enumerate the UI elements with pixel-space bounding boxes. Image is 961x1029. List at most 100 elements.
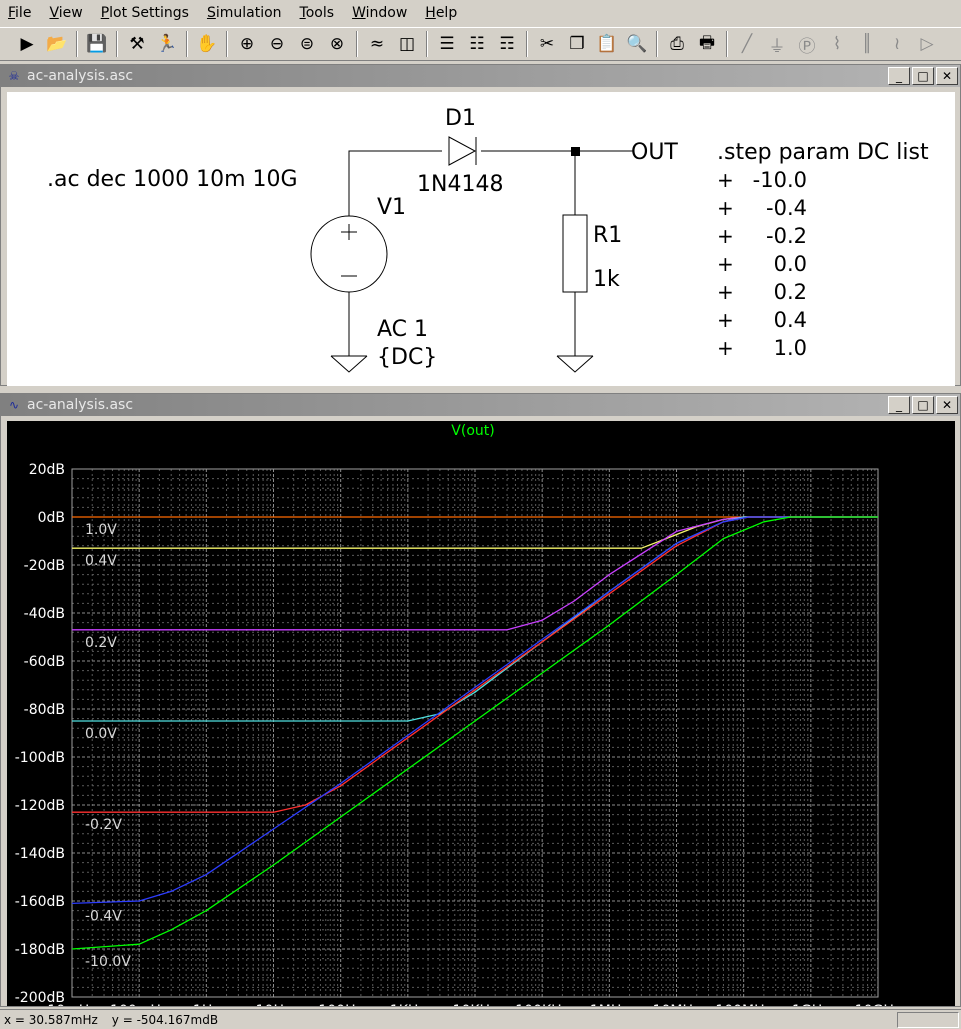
menu-plot-settings[interactable]: Plot Settings: [93, 0, 199, 26]
maximize-button[interactable]: □: [912, 67, 934, 85]
wire-icon[interactable]: ╱: [733, 30, 761, 58]
menu-window[interactable]: Window: [344, 0, 417, 26]
run-icon[interactable]: ▶: [13, 30, 41, 58]
status-panel: [897, 1012, 959, 1028]
menu-tools[interactable]: Tools: [292, 0, 345, 26]
y-tick-label: 20dB: [29, 462, 65, 478]
step-plus-sign: +: [717, 196, 734, 220]
y-tick-label: -20dB: [24, 558, 65, 574]
step-value-list: + -10.0 + -0.4 + -0.2 + 0.0 + 0.2 + 0.4 + 1.0: [717, 168, 807, 360]
y-tick-label: -60dB: [24, 654, 65, 670]
trace-name-label[interactable]: V(out): [451, 423, 494, 439]
y-tick-label: -160dB: [15, 894, 65, 910]
source-dc-label[interactable]: {DC}: [377, 345, 437, 370]
net-label-out[interactable]: OUT: [631, 140, 678, 165]
status-bar: x = 30.587mHz y = -504.167mdB: [0, 1009, 961, 1029]
zoom-fit-icon[interactable]: ⊜: [293, 30, 321, 58]
diode-d1[interactable]: [448, 136, 477, 166]
x-tick-label: 100Hz: [318, 1003, 363, 1006]
zoom-out-icon[interactable]: ⊖: [263, 30, 291, 58]
ground-symbol[interactable]: [556, 355, 594, 373]
schematic-drawing: .ac dec 1000 10m 10G D1 1N4148 OUT V1 AC…: [47, 106, 929, 373]
tile-vertical-icon[interactable]: ☶: [493, 30, 521, 58]
trace-step-label: 1.0V: [85, 522, 117, 538]
menu-view[interactable]: View: [41, 0, 92, 26]
cut-icon[interactable]: ✂: [533, 30, 561, 58]
toolbar-separator: [356, 31, 358, 57]
find-icon[interactable]: 🔍: [623, 30, 651, 58]
capacitor-icon[interactable]: ║: [853, 30, 881, 58]
toolbar-separator: [656, 31, 658, 57]
menu-label: ools: [305, 5, 335, 21]
running-man-icon[interactable]: 🏃: [153, 30, 181, 58]
diode-ref-label[interactable]: D1: [445, 106, 476, 131]
menu-accelerator: S: [206, 5, 216, 21]
toolbar-separator: [76, 31, 78, 57]
plot-titlebar[interactable]: ∿ ac-analysis.asc _ □ ✕: [1, 394, 960, 416]
source-ac-label[interactable]: AC 1: [377, 317, 428, 342]
maximize-button[interactable]: □: [912, 396, 934, 414]
x-tick-label: 100MHz: [715, 1003, 772, 1006]
resistor-value-label[interactable]: 1k: [593, 267, 620, 292]
schematic-canvas[interactable]: .ac dec 1000 10m 10G D1 1N4148 OUT V1 AC…: [7, 92, 955, 386]
ac-directive[interactable]: .ac dec 1000 10m 10G: [47, 167, 298, 192]
tile-horizontal-icon[interactable]: ☰: [433, 30, 461, 58]
junction-dot: [571, 147, 580, 156]
diode-model-label[interactable]: 1N4148: [417, 172, 503, 197]
hammer-icon[interactable]: ⚒: [123, 30, 151, 58]
print-icon[interactable]: 🖶: [693, 30, 721, 58]
resistor-r1[interactable]: [562, 214, 588, 293]
print-preview-icon[interactable]: ⎙: [663, 30, 691, 58]
x-tick-label: 1KHz: [390, 1003, 426, 1006]
schematic-window-icon: ☠: [8, 69, 20, 83]
paste-icon[interactable]: 📋: [593, 30, 621, 58]
plot-settings-icon[interactable]: ◫: [393, 30, 421, 58]
menu-simulation[interactable]: Simulation: [199, 0, 292, 26]
step-plus-sign: +: [717, 168, 734, 192]
toolbar-separator: [426, 31, 428, 57]
minimize-button[interactable]: _: [888, 396, 910, 414]
waveform-plot[interactable]: 1.0V 0.4V 0.2V 0.0V -0.2V -0.4V -10.0V 20dB 0dB…: [7, 421, 955, 1019]
waveform-window-icon: ∿: [8, 398, 20, 412]
menu-file[interactable]: File: [0, 0, 41, 26]
open-folder-icon[interactable]: 📂: [43, 30, 71, 58]
plot-canvas[interactable]: 1.0V 0.4V 0.2V 0.0V -0.2V -0.4V -10.0V 20dB 0dB…: [7, 421, 955, 1019]
step-plus-sign: +: [717, 336, 734, 360]
close-button[interactable]: ✕: [936, 67, 958, 85]
menu-help[interactable]: Help: [417, 0, 467, 26]
resistor-icon[interactable]: ⌇: [823, 30, 851, 58]
step-value: 1.0: [774, 336, 807, 360]
ground-symbol[interactable]: [330, 355, 368, 373]
ground-icon[interactable]: ⏚: [763, 30, 791, 58]
minimize-button[interactable]: _: [888, 67, 910, 85]
label-icon[interactable]: Ⓟ: [793, 30, 821, 58]
diode-icon[interactable]: ▷: [913, 30, 941, 58]
menu-label: ile: [15, 5, 32, 21]
menu-accelerator: W: [352, 5, 366, 21]
x-tick-label: 100mHz: [110, 1003, 168, 1006]
copy-icon[interactable]: ❐: [563, 30, 591, 58]
cascade-icon[interactable]: ☷: [463, 30, 491, 58]
menu-label: elp: [435, 5, 458, 21]
trace-step-label: -0.4V: [85, 908, 122, 924]
close-button[interactable]: ✕: [936, 396, 958, 414]
zoom-in-icon[interactable]: ⊕: [233, 30, 261, 58]
zoom-cancel-icon[interactable]: ⊗: [323, 30, 351, 58]
save-icon[interactable]: 💾: [83, 30, 111, 58]
inductor-icon[interactable]: ≀: [883, 30, 911, 58]
schematic-title: ac-analysis.asc: [27, 68, 134, 84]
schematic-titlebar[interactable]: ☠ ac-analysis.asc _ □ ✕: [1, 65, 960, 87]
plot-title: ac-analysis.asc: [27, 397, 134, 413]
x-tick-label: 1GHz: [792, 1003, 830, 1006]
trace-step-label: -10.0V: [85, 954, 131, 970]
step-directive[interactable]: .step param DC list: [717, 140, 929, 165]
voltage-source-v1[interactable]: [310, 215, 388, 293]
hand-pan-icon[interactable]: ✋: [193, 30, 221, 58]
resistor-ref-label[interactable]: R1: [593, 223, 622, 248]
source-ref-label[interactable]: V1: [377, 195, 406, 220]
autorange-plot-icon[interactable]: ≈: [363, 30, 391, 58]
y-tick-label: -40dB: [24, 606, 65, 622]
step-value: -0.4: [766, 196, 807, 220]
menu-accelerator: F: [8, 5, 16, 21]
y-tick-label: -100dB: [15, 750, 65, 766]
